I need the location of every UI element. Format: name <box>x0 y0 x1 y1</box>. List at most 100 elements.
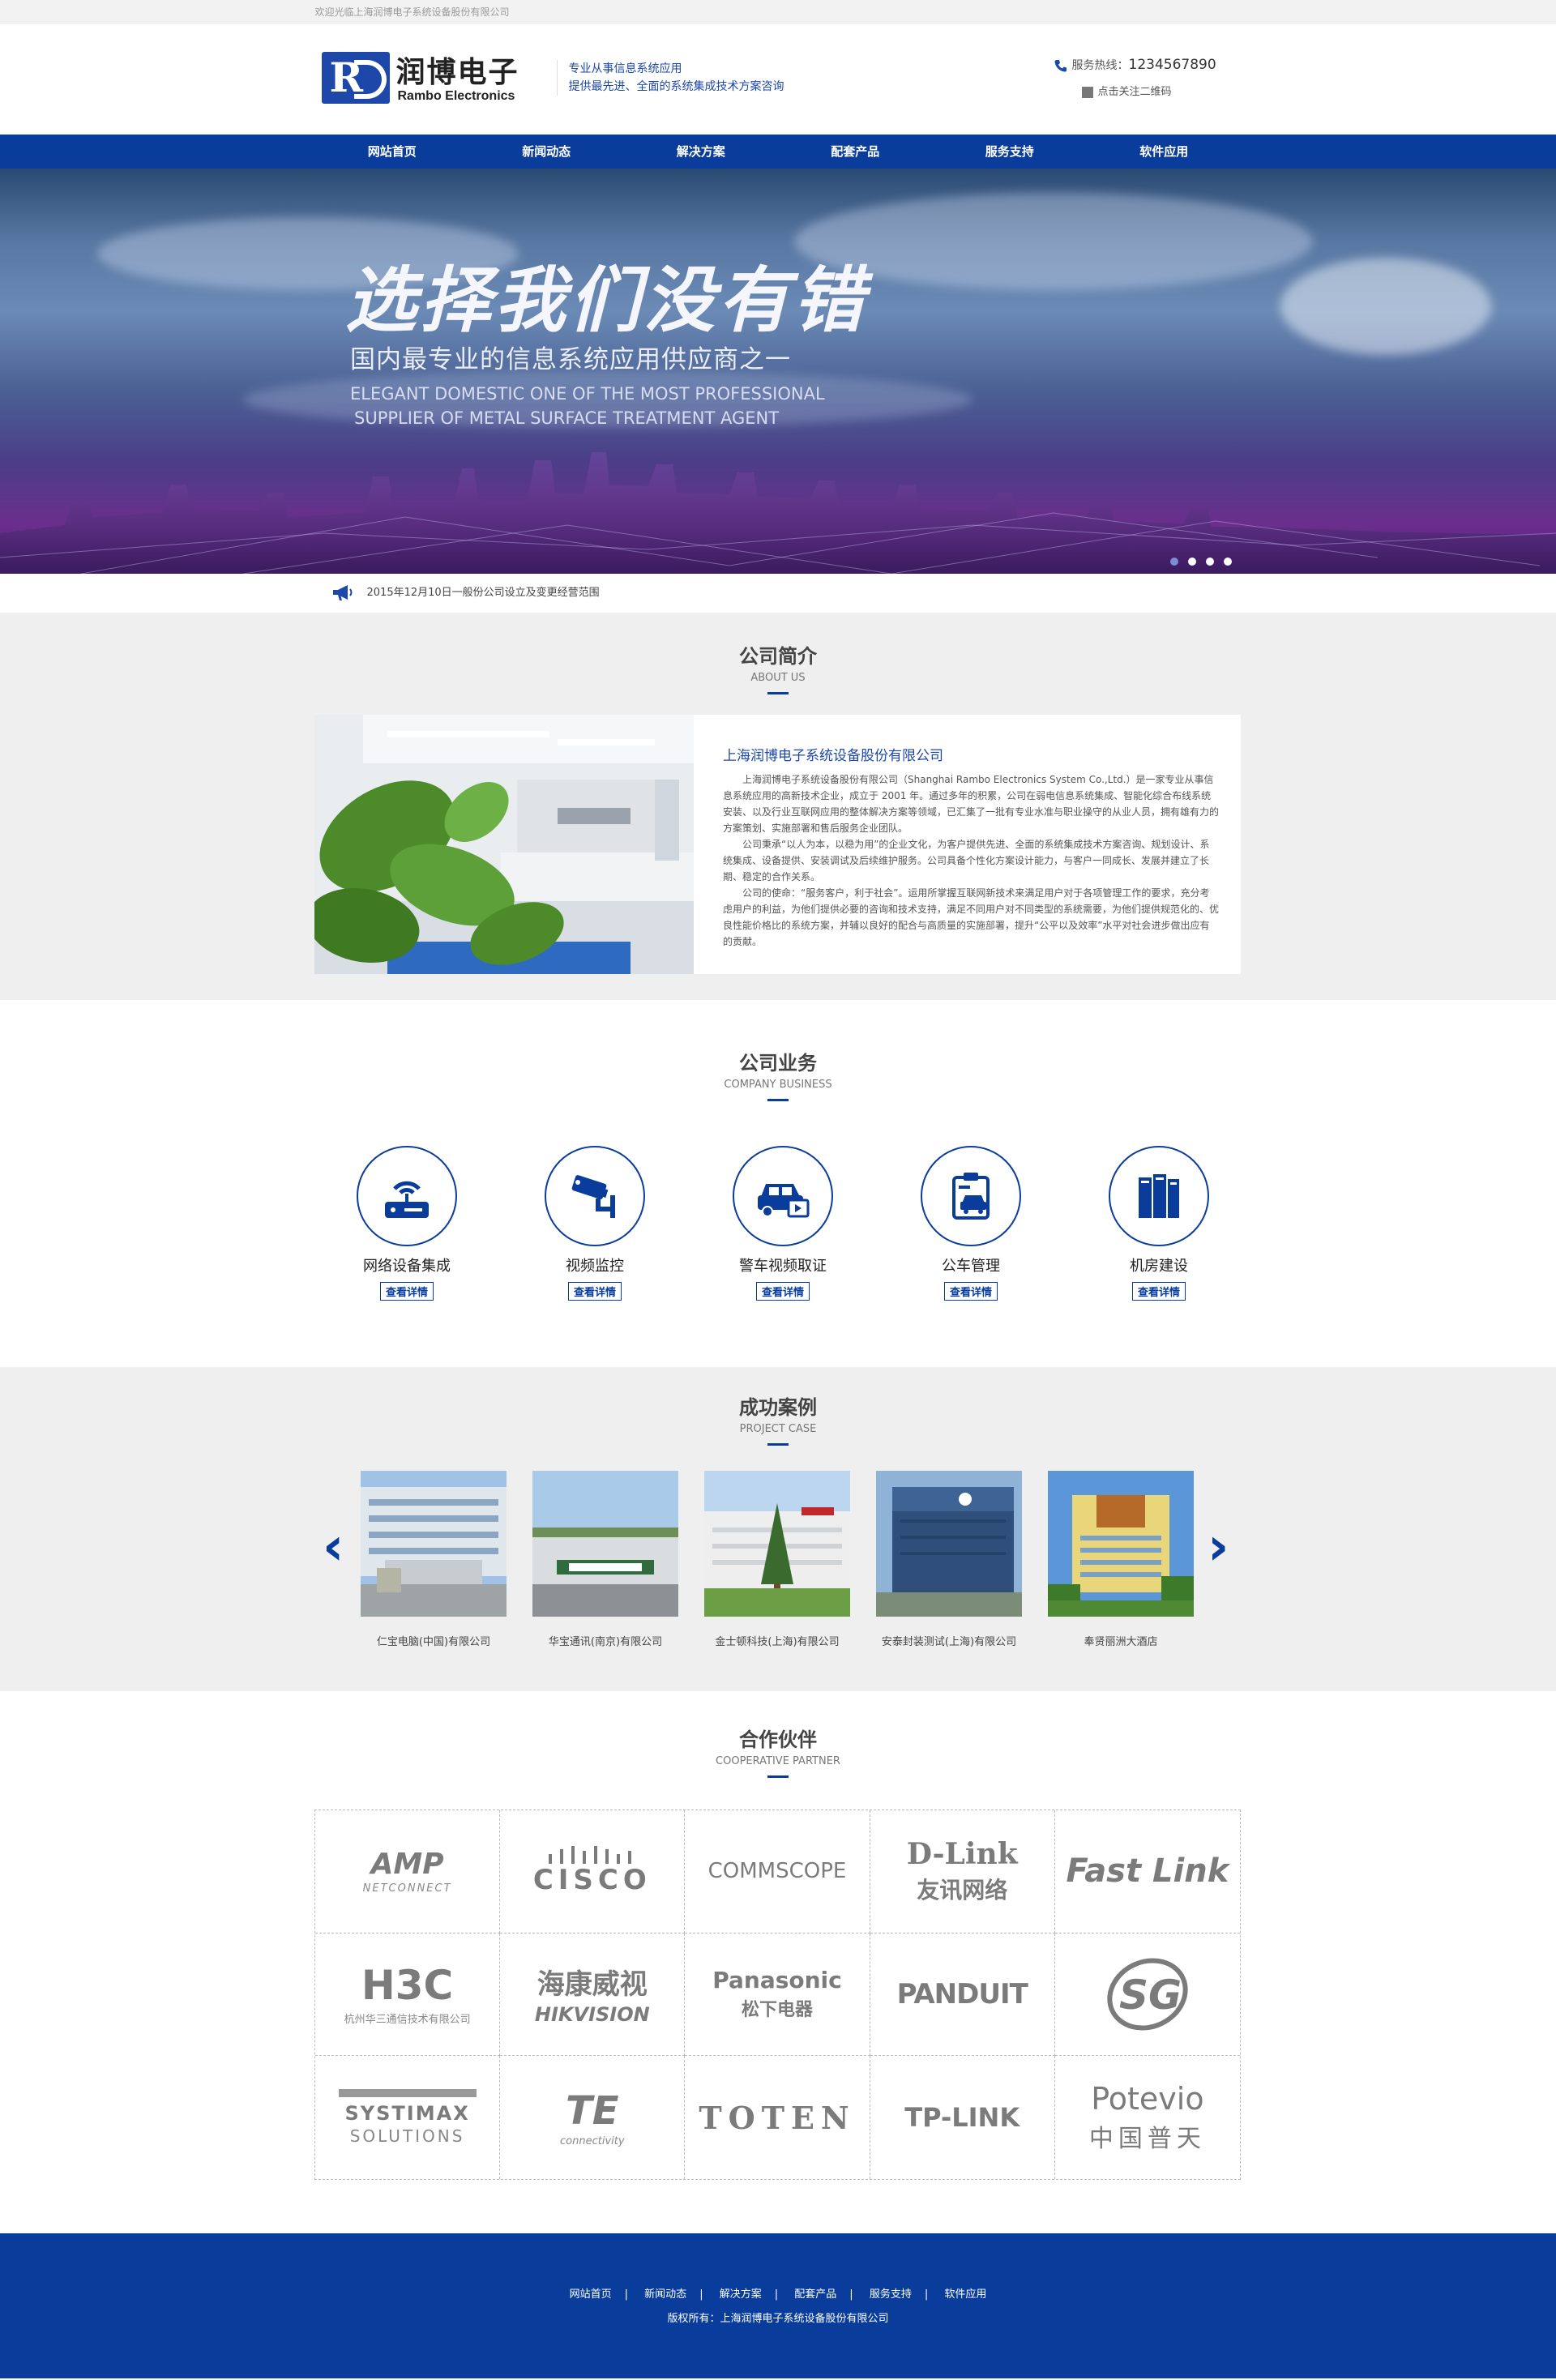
about-section: 公司简介 ABOUT US 上海润博电子系统设备股份有限公司 上海润博电子系统设… <box>0 613 1556 1000</box>
cases-heading: 成功案例 PROJECT CASE <box>0 1367 1556 1446</box>
business-label: 网络设备集成 <box>363 1258 451 1275</box>
hero-banner: 选择我们没有错 国内最专业的信息系统应用供应商之一 ELEGANT DOMEST… <box>0 169 1556 574</box>
partner-logo-cisco[interactable]: CISCO <box>500 1810 686 1933</box>
partner-logo-toten[interactable]: TOTEN <box>685 2056 870 2179</box>
cloud <box>794 193 1313 290</box>
svg-text:SG: SG <box>1119 1972 1182 2019</box>
case-item[interactable]: 仁宝电脑(中国)有限公司 <box>361 1471 507 1648</box>
slogan: 专业从事信息系统应用 提供最先进、全面的系统集成技术方案咨询 <box>556 60 784 96</box>
heading-underline <box>767 1443 789 1446</box>
partner-logo-fastlink[interactable]: Fast Link <box>1054 1810 1240 1933</box>
partner-name: AMP <box>370 1848 444 1882</box>
view-details-button[interactable]: 查看详情 <box>1131 1282 1186 1301</box>
footer: 网站首页 | 新闻动态 | 解决方案 | 配套产品 | 服务支持 | 软件应用 版权所有：… <box>0 2233 1556 2378</box>
partner-logo-sg[interactable]: SG <box>1054 1933 1240 2057</box>
hotline-label: 服务热线： <box>1071 59 1129 72</box>
partner-logo-tplink[interactable]: TP-LINK <box>870 2056 1055 2179</box>
footer-link-software[interactable]: 软件应用 <box>944 2288 986 2301</box>
case-item[interactable]: 金士顿科技(上海)有限公司 <box>704 1471 850 1648</box>
nav-item-home[interactable]: 网站首页 <box>315 135 470 169</box>
heading-underline <box>767 1775 789 1778</box>
case-photo <box>361 1471 507 1617</box>
case-item[interactable]: 奉贤丽洲大酒店 <box>1048 1471 1194 1648</box>
business-icon-circle[interactable] <box>1109 1146 1209 1246</box>
partner-logo-systimax[interactable]: SYSTIMAX SOLUTIONS <box>315 2056 501 2179</box>
section-subtitle: COOPERATIVE PARTNER <box>716 1755 840 1767</box>
company-name: 上海润博电子系统设备股份有限公司 <box>723 748 943 764</box>
partner-logo-hikvision[interactable]: 海康威视 HIKVISION <box>500 1933 686 2057</box>
partner-logo-dlink[interactable]: D-Link 友讯网络 <box>870 1810 1055 1933</box>
partner-name: PANDUIT <box>896 1977 1028 2010</box>
partner-sub: SOLUTIONS <box>349 2126 465 2147</box>
about-paragraph: 上海润博电子系统设备股份有限公司（Shanghai Rambo Electron… <box>723 774 1220 834</box>
banner-title: 选择我们没有错 <box>345 259 868 342</box>
case-photo <box>876 1471 1022 1617</box>
banner-en-line-2: SUPPLIER OF METAL SURFACE TREATMENT AGEN… <box>354 408 780 428</box>
logo[interactable]: R 润博电子 Rambo Electronics <box>321 49 534 107</box>
carousel-dot-1[interactable] <box>1170 558 1178 566</box>
partner-sub: 杭州华三通信技术有限公司 <box>344 2014 471 2027</box>
footer-link-news[interactable]: 新闻动态 <box>644 2288 686 2301</box>
section-title: 合作伙伴 <box>739 1728 817 1751</box>
partner-logo-h3c[interactable]: H3C 杭州华三通信技术有限公司 <box>315 1933 501 2057</box>
chevron-left-icon[interactable]: ‹ <box>323 1521 344 1573</box>
business-item: 公车管理 查看详情 <box>917 1146 1024 1301</box>
carousel-dot-4[interactable] <box>1224 558 1232 566</box>
case-photo <box>532 1471 678 1617</box>
case-item[interactable]: 安泰封装测试(上海)有限公司 <box>876 1471 1022 1648</box>
server-rack-icon <box>1139 1174 1179 1218</box>
view-details-button[interactable]: 查看详情 <box>755 1282 810 1301</box>
header: R 润博电子 Rambo Electronics 专业从事信息系统应用 提供最先… <box>0 24 1556 135</box>
section-title: 公司简介 <box>739 645 817 668</box>
footer-link-products[interactable]: 配套产品 <box>794 2288 836 2301</box>
main-nav: 网站首页 新闻动态 解决方案 配套产品 服务支持 软件应用 <box>0 135 1556 169</box>
business-icon-circle[interactable] <box>733 1146 833 1246</box>
city-skyline <box>0 452 1556 574</box>
footer-link-solutions[interactable]: 解决方案 <box>720 2288 762 2301</box>
partner-logo-panasonic[interactable]: Panasonic 松下电器 <box>685 1933 870 2057</box>
nav-item-products[interactable]: 配套产品 <box>778 135 933 169</box>
qr-label: 点击关注二维码 <box>1097 86 1172 98</box>
nav-item-software[interactable]: 软件应用 <box>1087 135 1242 169</box>
notice-bar: 2015年12月10日一般份公司设立及变更经营范围 <box>0 574 1556 613</box>
view-details-button[interactable]: 查看详情 <box>943 1282 998 1301</box>
partner-name: COMMSCOPE <box>707 1859 847 1884</box>
hotline: 服务热线：1234567890 <box>1054 53 1216 77</box>
nav-item-solutions[interactable]: 解决方案 <box>624 135 779 169</box>
business-icon-circle[interactable] <box>545 1146 645 1246</box>
carousel-dot-3[interactable] <box>1206 558 1214 566</box>
view-details-button[interactable]: 查看详情 <box>567 1282 622 1301</box>
business-item: 警车视频取证 查看详情 <box>729 1146 836 1301</box>
footer-link-home[interactable]: 网站首页 <box>570 2288 612 2301</box>
partners-heading: 合作伙伴 COOPERATIVE PARTNER <box>0 1691 1556 1778</box>
chevron-right-icon[interactable]: › <box>1208 1521 1229 1573</box>
top-bar: 欢迎光临上海润博电子系统设备股份有限公司 <box>0 0 1556 24</box>
nav-item-news[interactable]: 新闻动态 <box>469 135 624 169</box>
footer-separator: | <box>699 2288 703 2301</box>
router-icon <box>385 1181 429 1218</box>
about-heading: 公司简介 ABOUT US <box>0 613 1556 694</box>
partner-name: Fast Link <box>1066 1852 1229 1891</box>
partner-sub: 中国普天 <box>1088 2125 1206 2154</box>
partner-logo-potevio[interactable]: Potevio 中国普天 <box>1055 2056 1240 2179</box>
business-item: 视频监控 查看详情 <box>541 1146 648 1301</box>
business-icon-circle[interactable] <box>921 1146 1021 1246</box>
business-icon-circle[interactable] <box>357 1146 457 1246</box>
partner-name: CISCO <box>532 1864 652 1897</box>
nav-item-support[interactable]: 服务支持 <box>933 135 1088 169</box>
footer-separator: | <box>849 2288 853 2301</box>
partner-logo-amp[interactable]: AMP NETCONNECT <box>315 1810 501 1933</box>
notice-text[interactable]: 2015年12月10日一般份公司设立及变更经营范围 <box>367 574 600 613</box>
logo-cn-text: 润博电子 <box>395 56 519 89</box>
partners-section: 合作伙伴 COOPERATIVE PARTNER AMP NETCONNECT C… <box>0 1691 1556 2233</box>
partner-logo-panduit[interactable]: PANDUIT <box>870 1933 1055 2057</box>
cctv-camera-icon <box>571 1175 615 1218</box>
footer-link-support[interactable]: 服务支持 <box>870 2288 912 2301</box>
view-details-button[interactable]: 查看详情 <box>379 1282 434 1301</box>
carousel-dot-2[interactable] <box>1188 558 1196 566</box>
partner-logo-te[interactable]: TE connectivity <box>500 2056 686 2179</box>
partner-logo-commscope[interactable]: COMMSCOPE <box>685 1810 870 1933</box>
case-item[interactable]: 华宝通讯(南京)有限公司 <box>532 1471 678 1648</box>
case-name: 奉贤丽洲大酒店 <box>1084 1636 1158 1648</box>
qr-code-link[interactable]: 点击关注二维码 <box>1081 83 1172 98</box>
